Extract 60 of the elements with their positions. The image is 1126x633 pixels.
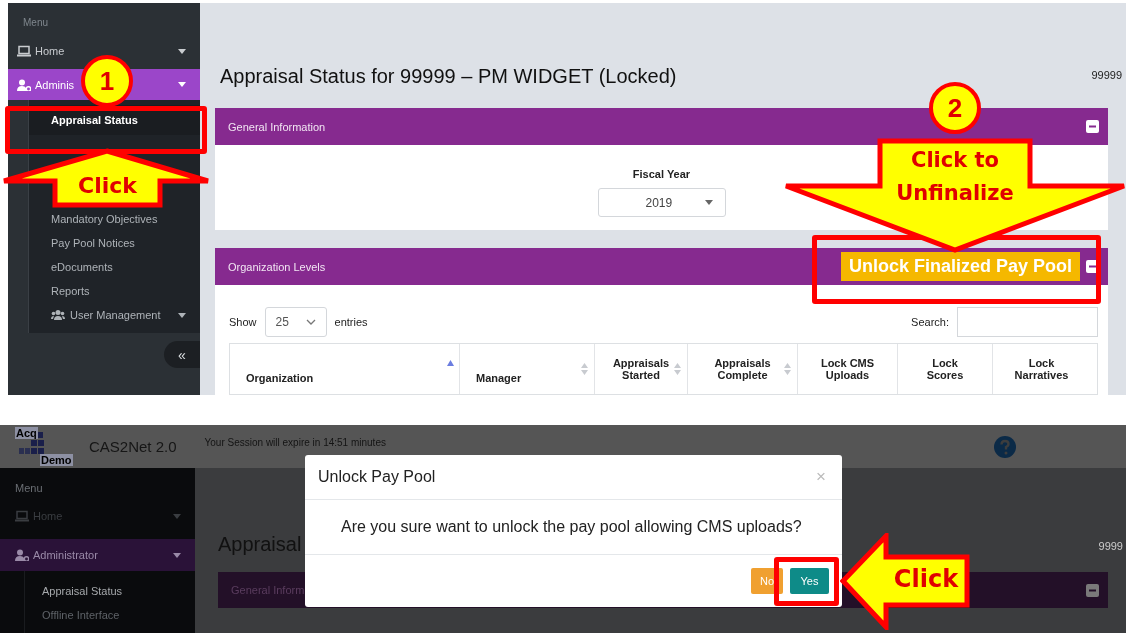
show-label: Show (229, 316, 257, 328)
submenu-item[interactable]: User Management (29, 303, 200, 327)
sidebar-item[interactable]: Administrator (33, 549, 98, 561)
sidebar-item[interactable]: Adminis (35, 78, 75, 91)
dialog-message: Are you sure want to unlock the pay pool allowing CMS uploads? (305, 500, 842, 555)
laptop-icon (15, 510, 29, 522)
help-icon (994, 435, 1016, 458)
sidebar-item[interactable]: Home (35, 45, 65, 57)
column-header[interactable]: Manager (460, 344, 595, 394)
column-header[interactable]: Appraisals Complete (688, 344, 798, 394)
column-header[interactable]: Organization (230, 344, 460, 394)
column-header[interactable]: Lock CMS Uploads (798, 344, 898, 394)
callout-text: Click (892, 564, 960, 595)
fiscal-year-select[interactable]: 2019 (597, 188, 726, 217)
collapse-button[interactable]: « (164, 341, 200, 368)
submenu-item[interactable]: eDocuments (29, 255, 200, 279)
menu-heading: Menu (22, 16, 49, 30)
submenu-item[interactable]: Mandatory Objectives (29, 207, 200, 231)
sort-icon (674, 363, 681, 375)
logo-text: Acq (15, 426, 38, 439)
column-header[interactable]: Appraisals Started (595, 344, 688, 394)
submenu-item[interactable]: Reports (29, 279, 200, 303)
highlight-frame (774, 557, 839, 606)
callout-text: Click to Unfinalize (895, 147, 1015, 207)
user-id: 99999 (1091, 69, 1122, 81)
caret-down-icon (178, 82, 186, 87)
caret-down-icon (178, 48, 186, 54)
search-field[interactable] (957, 307, 1098, 337)
caret-down-icon (704, 200, 713, 205)
caret-down-icon (173, 552, 181, 558)
user-id: 9999 (1098, 540, 1123, 552)
dialog-title: Unlock Pay Pool (318, 468, 436, 486)
laptop-icon (17, 45, 31, 57)
yes-button[interactable]: Yes (790, 568, 829, 594)
submenu-item[interactable]: Pay Pool Notices (29, 231, 200, 255)
page-size-select[interactable]: 25 (264, 307, 327, 337)
user-gear-icon (15, 549, 29, 561)
sort-ascending-icon (447, 360, 454, 366)
entries-label: entries (334, 316, 368, 328)
column-header[interactable]: Lock Narratives (993, 344, 1090, 394)
caret-down-icon (178, 312, 186, 318)
page-title: Appraisal Status for 99999 – PM WIDGET (Locked) (220, 65, 677, 88)
panel-title: Organization Levels (228, 260, 326, 273)
users-icon (51, 309, 65, 321)
panel-title: General Information (228, 120, 326, 133)
column-header[interactable]: Lock Scores (898, 344, 993, 394)
submenu-item[interactable]: Appraisal Status (25, 579, 195, 603)
chevron-down-icon (305, 319, 316, 325)
caret-down-icon (173, 513, 181, 519)
search-label: Search: (911, 316, 949, 328)
menu-heading: Menu (14, 481, 44, 496)
collapse-icon (1086, 120, 1099, 133)
callout-text: Click (77, 172, 138, 200)
sort-icon (581, 363, 588, 375)
logo-text: Demo (40, 453, 73, 466)
collapse-icon (1086, 583, 1099, 597)
field-label: Fiscal Year (632, 168, 691, 180)
user-gear-icon (17, 78, 31, 91)
app-name: CAS2Net 2.0 (89, 438, 177, 455)
sort-icon (784, 363, 791, 375)
